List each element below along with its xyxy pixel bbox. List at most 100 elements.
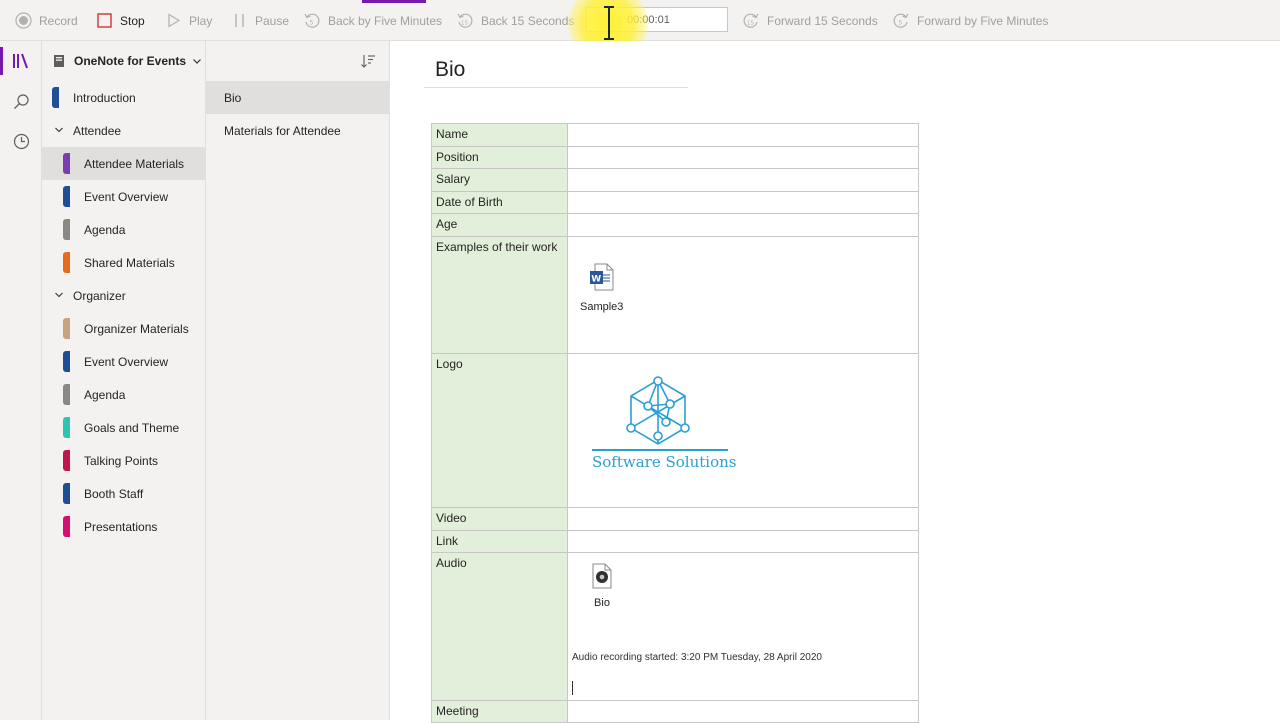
section-label: Talking Points xyxy=(84,453,159,468)
row-value-meeting[interactable] xyxy=(567,700,919,723)
row-value-logo[interactable]: Software Solutions xyxy=(567,353,919,508)
forward-five-label: Forward by Five Minutes xyxy=(917,13,1049,28)
svg-text:15: 15 xyxy=(461,20,468,26)
section-label: Organizer Materials xyxy=(84,321,189,336)
audio-file-icon xyxy=(592,563,612,589)
row-label-position[interactable]: Position xyxy=(431,146,568,169)
section-label: Agenda xyxy=(84,387,126,402)
word-file-icon: W xyxy=(589,263,614,291)
clock-icon xyxy=(13,133,29,149)
section-item-goals-and-theme[interactable]: Goals and Theme xyxy=(42,411,205,444)
section-item-organizer-materials[interactable]: Organizer Materials xyxy=(42,312,205,345)
section-color-tab xyxy=(63,351,70,372)
row-value-name[interactable] xyxy=(567,123,919,147)
forward-five-minutes-button[interactable]: 5 Forward by Five Minutes xyxy=(892,0,1048,41)
back-five-label: Back by Five Minutes xyxy=(328,13,443,28)
section-item-talking-points[interactable]: Talking Points xyxy=(42,444,205,477)
section-item-booth-staff[interactable]: Booth Staff xyxy=(42,477,205,510)
row-value-position[interactable] xyxy=(567,146,919,169)
record-button[interactable]: Record xyxy=(14,0,78,41)
section-color-tab xyxy=(63,450,70,471)
section-item-event-overview[interactable]: Event Overview xyxy=(42,345,205,378)
section-color-tab xyxy=(63,516,70,537)
svg-text:5: 5 xyxy=(310,19,314,26)
software-solutions-logo[interactable]: Software Solutions xyxy=(592,376,737,471)
page-item-materials-for-attendee[interactable]: Materials for Attendee xyxy=(206,114,389,147)
row-value-date-of-birth[interactable] xyxy=(567,191,919,214)
svg-text:5: 5 xyxy=(899,19,903,26)
svg-text:W: W xyxy=(591,275,601,285)
stop-button[interactable]: Stop xyxy=(95,0,145,41)
section-color-tab xyxy=(63,186,70,207)
section-label: Booth Staff xyxy=(84,486,144,501)
section-color-tab xyxy=(52,87,59,108)
section-color-tab xyxy=(63,483,70,504)
chevron-down-icon xyxy=(55,127,63,133)
section-item-event-overview[interactable]: Event Overview xyxy=(42,180,205,213)
forward-15-seconds-button[interactable]: 15 Forward 15 Seconds xyxy=(742,0,878,41)
play-button[interactable]: Play xyxy=(164,0,212,41)
title-divider xyxy=(424,87,688,88)
row-label-salary[interactable]: Salary xyxy=(431,168,568,192)
section-item-agenda[interactable]: Agenda xyxy=(42,378,205,411)
page-item-bio[interactable]: Bio xyxy=(206,81,389,114)
navigation-rail xyxy=(0,41,42,720)
back-15-seconds-button[interactable]: 15 Back 15 Seconds xyxy=(456,0,574,41)
table-row: Salary xyxy=(431,168,919,192)
table-row: Video xyxy=(431,507,919,531)
audio-attachment[interactable]: Bio xyxy=(592,563,612,609)
row-value-audio[interactable]: Bio Audio recording started: 3:20 PM Tue… xyxy=(567,552,919,701)
back-five-minutes-button[interactable]: 5 Back by Five Minutes xyxy=(303,0,442,41)
row-value-age[interactable] xyxy=(567,213,919,237)
section-item-introduction[interactable]: Introduction xyxy=(42,81,205,114)
pause-button[interactable]: Pause xyxy=(230,0,289,41)
table-row: Name xyxy=(431,123,919,147)
logo-underline xyxy=(592,449,728,451)
row-label-logo[interactable]: Logo xyxy=(431,353,568,508)
section-item-shared-materials[interactable]: Shared Materials xyxy=(42,246,205,279)
section-group-attendee[interactable]: Attendee xyxy=(42,114,205,147)
section-group-organizer[interactable]: Organizer xyxy=(42,279,205,312)
notebook-picker[interactable]: OneNote for Events xyxy=(42,41,206,81)
page-label: Materials for Attendee xyxy=(224,123,341,138)
rewind-five-icon: 5 xyxy=(303,12,321,30)
search-button[interactable] xyxy=(0,81,42,121)
row-value-salary[interactable] xyxy=(567,168,919,192)
page-title[interactable]: Bio xyxy=(435,58,465,82)
stop-icon xyxy=(95,12,113,30)
record-label: Record xyxy=(39,13,78,28)
table-row: Position xyxy=(431,146,919,169)
row-label-examples[interactable]: Examples of their work xyxy=(431,236,568,354)
recent-notes-button[interactable] xyxy=(0,121,42,161)
stop-label: Stop xyxy=(120,13,145,28)
word-attachment[interactable]: W Sample3 xyxy=(580,263,623,313)
section-item-agenda[interactable]: Agenda xyxy=(42,213,205,246)
back-15-label: Back 15 Seconds xyxy=(481,13,575,28)
table-row: Age xyxy=(431,213,919,237)
row-label-meeting[interactable]: Meeting xyxy=(431,700,568,723)
section-item-attendee-materials[interactable]: Attendee Materials xyxy=(42,147,205,180)
section-color-tab xyxy=(63,417,70,438)
bio-table[interactable]: Name Position Salary Date of Birth Age E… xyxy=(431,123,919,723)
audio-attachment-name: Bio xyxy=(594,597,610,609)
row-label-name[interactable]: Name xyxy=(431,123,568,147)
logo-wordmark: Software Solutions xyxy=(592,452,737,471)
row-value-link[interactable] xyxy=(567,530,919,553)
row-label-audio[interactable]: Audio xyxy=(431,552,568,701)
sort-pages-icon[interactable] xyxy=(360,53,376,69)
row-label-link[interactable]: Link xyxy=(431,530,568,553)
audio-toolbar: Record Stop Play Pause 5 Back by Five Mi… xyxy=(0,0,1280,64)
row-value-examples[interactable]: W Sample3 xyxy=(567,236,919,354)
chevron-down-icon xyxy=(55,292,63,298)
svg-text:15: 15 xyxy=(747,20,754,26)
section-item-presentations[interactable]: Presentations xyxy=(42,510,205,543)
page-label: Bio xyxy=(224,90,242,105)
row-label-video[interactable]: Video xyxy=(431,507,568,531)
section-color-tab xyxy=(63,384,70,405)
row-value-video[interactable] xyxy=(567,507,919,531)
row-label-age[interactable]: Age xyxy=(431,213,568,237)
table-row: Audio Bio Audio recording started: 3:20 … xyxy=(431,552,919,701)
row-label-date-of-birth[interactable]: Date of Birth xyxy=(431,191,568,214)
notebooks-button[interactable] xyxy=(0,41,42,81)
playback-time: 00:00:01 xyxy=(627,13,670,26)
